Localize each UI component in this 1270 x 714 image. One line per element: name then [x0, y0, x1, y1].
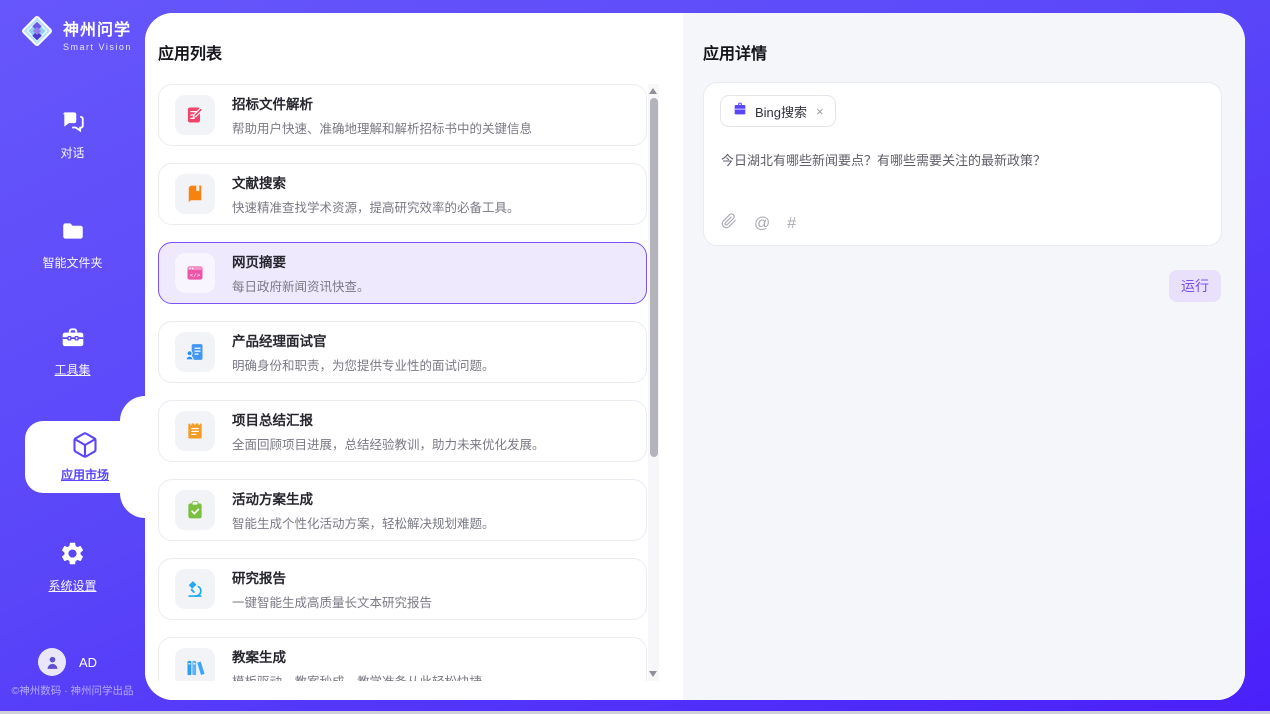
- gear-icon: [59, 554, 86, 571]
- book-icon: [175, 174, 215, 214]
- sidebar-item-label: 对话: [0, 144, 145, 161]
- app-desc: 一键智能生成高质量长文本研究报告: [232, 592, 432, 611]
- run-button[interactable]: 运行: [1169, 270, 1221, 302]
- browser-code-icon: </>: [175, 253, 215, 293]
- app-card-event-plan[interactable]: 活动方案生成 智能生成个性化活动方案，轻松解决规划难题。: [158, 479, 647, 541]
- app-list-title: 应用列表: [158, 40, 222, 64]
- sidebar-item-label: 工具集: [0, 361, 145, 378]
- brand-logo: 神州问学 Smart Vision: [18, 12, 132, 55]
- prompt-text[interactable]: 今日湖北有哪些新闻要点？有哪些需要关注的最新政策？: [721, 151, 1201, 171]
- sidebar-item-label: 智能文件夹: [0, 254, 145, 271]
- hash-icon[interactable]: #: [787, 216, 796, 232]
- app-card-pm-interviewer[interactable]: 产品经理面试官 明确身份和职责，为您提供专业性的面试问题。: [158, 321, 647, 383]
- sidebar-item-label: 系统设置: [0, 577, 145, 594]
- app-title: 招标文件解析: [232, 93, 532, 113]
- app-desc: 每日政府新闻资讯快查。: [232, 276, 370, 295]
- user-initials: AD: [79, 655, 97, 670]
- scrollbar-thumb[interactable]: [650, 98, 658, 457]
- app-list: 招标文件解析 帮助用户快速、准确地理解和解析招标书中的关键信息 文献搜索 快速精…: [158, 84, 647, 681]
- composer-toolbar: @ #: [721, 213, 796, 234]
- brand-name: 神州问学: [63, 22, 131, 39]
- sidebar-item-smart-folder[interactable]: 智能文件夹: [0, 218, 145, 271]
- app-desc: 全面回顾项目进展，总结经验教训，助力未来优化发展。: [232, 434, 545, 453]
- avatar[interactable]: [38, 648, 66, 676]
- app-card-bid-document-parsing[interactable]: 招标文件解析 帮助用户快速、准确地理解和解析招标书中的关键信息: [158, 84, 647, 146]
- app-desc: 智能生成个性化活动方案，轻松解决规划难题。: [232, 513, 495, 532]
- sidebar: 神州问学 Smart Vision 对话 智能文件夹: [0, 0, 145, 714]
- app-desc: 明确身份和职责，为您提供专业性的面试问题。: [232, 355, 495, 374]
- main-content: 应用列表 招标文件解析 帮助用户快速、准确地理解和解析招标书中的关键信息: [145, 13, 1245, 700]
- app-title: 产品经理面试官: [232, 330, 495, 350]
- app-card-web-summary[interactable]: </> 网页摘要 每日政府新闻资讯快查。: [158, 242, 647, 304]
- clipboard-check-icon: [175, 490, 215, 530]
- app-title: 教案生成: [232, 646, 482, 666]
- svg-text:</>: </>: [190, 272, 201, 279]
- sidebar-item-chat[interactable]: 对话: [0, 108, 145, 161]
- folder-icon: [60, 231, 86, 248]
- chip-close-icon[interactable]: ×: [816, 104, 824, 119]
- at-icon[interactable]: @: [754, 216, 770, 232]
- app-card-project-summary[interactable]: 项目总结汇报 全面回顾项目进展，总结经验教训，助力未来优化发展。: [158, 400, 647, 462]
- app-detail-title: 应用详情: [703, 40, 767, 64]
- app-card-research-report[interactable]: 研究报告 一键智能生成高质量长文本研究报告: [158, 558, 647, 620]
- brand-subtitle: Smart Vision: [63, 42, 132, 52]
- app-title: 网页摘要: [232, 251, 370, 271]
- prompt-composer[interactable]: Bing搜索 × 今日湖北有哪些新闻要点？有哪些需要关注的最新政策？ @ #: [703, 82, 1222, 246]
- app-list-panel: 应用列表 招标文件解析 帮助用户快速、准确地理解和解析招标书中的关键信息: [145, 13, 683, 700]
- app-title: 文献搜索: [232, 172, 520, 192]
- tool-chip-label: Bing搜索: [755, 102, 807, 121]
- app-detail-panel: 应用详情 Bing搜索 × 今日湖北有哪些新闻要点？有哪些需要关注的最新政策？: [683, 13, 1245, 700]
- sidebar-item-settings[interactable]: 系统设置: [0, 540, 145, 594]
- books-icon: [175, 648, 215, 681]
- user-avatar-icon: [44, 654, 61, 671]
- sidebar-item-label: 应用市场: [25, 466, 145, 483]
- app-card-literature-search[interactable]: 文献搜索 快速精准查找学术资源，提高研究效率的必备工具。: [158, 163, 647, 225]
- paperclip-icon[interactable]: [721, 213, 737, 234]
- cube-icon: [71, 446, 99, 463]
- scroll-up-icon[interactable]: [649, 88, 657, 94]
- app-title: 活动方案生成: [232, 488, 495, 508]
- list-scrollbar[interactable]: [648, 84, 659, 681]
- interviewer-icon: [175, 332, 215, 372]
- microscope-icon: [175, 569, 215, 609]
- chat-icon: [60, 121, 86, 138]
- toolbox-icon: [60, 338, 86, 355]
- app-desc: 快速精准查找学术资源，提高研究效率的必备工具。: [232, 197, 520, 216]
- diamond-logo-icon: [18, 12, 56, 55]
- copyright-footer: ©神州数码 · 神州问学出品: [0, 683, 145, 698]
- report-note-icon: [175, 411, 215, 451]
- briefcase-icon: [732, 101, 748, 122]
- app-card-lesson-plan[interactable]: 教案生成 模板驱动，教案秒成，教学准备从此轻松快捷: [158, 637, 647, 681]
- app-desc: 模板驱动，教案秒成，教学准备从此轻松快捷: [232, 671, 482, 681]
- active-tab-curve-top: [120, 396, 145, 421]
- sidebar-item-toolset[interactable]: 工具集: [0, 325, 145, 378]
- tool-chip-bing-search[interactable]: Bing搜索 ×: [720, 95, 836, 127]
- sidebar-item-app-market[interactable]: 应用市场: [25, 421, 145, 493]
- user-account[interactable]: AD: [38, 648, 97, 676]
- scroll-down-icon[interactable]: [649, 671, 657, 677]
- active-tab-curve-bottom: [120, 493, 145, 518]
- app-title: 项目总结汇报: [232, 409, 545, 429]
- app-title: 研究报告: [232, 567, 432, 587]
- app-desc: 帮助用户快速、准确地理解和解析招标书中的关键信息: [232, 118, 532, 137]
- document-edit-icon: [175, 95, 215, 135]
